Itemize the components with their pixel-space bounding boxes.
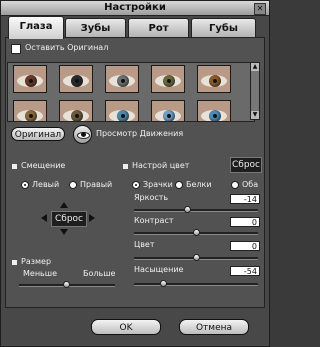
color-reset-button[interactable]: Сброс	[230, 157, 262, 173]
eye-swatch-grid	[7, 62, 255, 122]
eye-swatch[interactable]	[105, 100, 139, 121]
original-button[interactable]: Оригинал	[11, 127, 65, 141]
radio-whites-label: Белки	[186, 180, 212, 189]
contrast-value[interactable]: 0	[230, 217, 260, 227]
cancel-button[interactable]: Отмена	[179, 319, 249, 335]
scroll-down-icon[interactable]: ▼	[251, 111, 259, 119]
swatch-scrollbar[interactable]: ▲ ▼	[250, 62, 260, 120]
keep-original-checkbox[interactable]	[11, 44, 21, 54]
saturation-label: Насыщение	[134, 265, 184, 274]
tab-mouth[interactable]: Рот	[128, 18, 189, 38]
eye-swatch[interactable]	[59, 100, 93, 121]
move-down-icon[interactable]	[60, 229, 68, 235]
radio-whites[interactable]	[175, 181, 183, 189]
radio-right[interactable]	[69, 181, 77, 189]
eye-swatch[interactable]	[13, 65, 47, 93]
color-slider-thumb[interactable]	[193, 254, 200, 261]
size-more-label: Больше	[83, 269, 116, 278]
title-bar[interactable]: Настройки ✕	[1, 1, 269, 16]
eye-swatch[interactable]	[151, 65, 185, 93]
saturation-slider-thumb[interactable]	[160, 280, 167, 287]
contrast-slider-thumb[interactable]	[193, 229, 200, 236]
color-label: Цвет	[134, 240, 155, 249]
radio-pupils[interactable]	[132, 181, 140, 189]
radio-right-label: Правый	[80, 180, 113, 189]
ok-button[interactable]: OK	[91, 319, 161, 335]
move-left-icon[interactable]	[41, 214, 47, 222]
size-title: Размер	[21, 257, 52, 266]
keep-original-label: Оставить Оригинал	[25, 43, 109, 52]
move-up-icon[interactable]	[60, 202, 68, 208]
offset-reset-button[interactable]: Сброс	[51, 211, 87, 227]
scroll-up-icon[interactable]: ▲	[251, 63, 259, 71]
eye-swatch[interactable]	[197, 100, 231, 121]
radio-left[interactable]	[21, 181, 29, 189]
radio-both-label: Оба	[242, 180, 259, 189]
radio-left-label: Левый	[32, 180, 60, 189]
eye-swatch[interactable]	[59, 65, 93, 93]
contrast-label: Контраст	[134, 216, 174, 225]
radio-both[interactable]	[231, 181, 239, 189]
bullet-icon	[12, 260, 17, 265]
move-right-icon[interactable]	[89, 214, 95, 222]
eye-swatch[interactable]	[197, 65, 231, 93]
bullet-icon	[12, 164, 17, 169]
tab-lips[interactable]: Губы	[191, 18, 256, 38]
eye-swatch[interactable]	[105, 65, 139, 93]
settings-window: Настройки ✕ Глаза Зубы Рот Губы Оставить…	[0, 0, 270, 347]
radio-pupils-label: Зрачки	[143, 180, 173, 189]
color-title: Настрой цвет	[132, 161, 190, 170]
brightness-label: Яркость	[134, 193, 169, 202]
saturation-slider[interactable]	[134, 283, 258, 286]
tab-teeth[interactable]: Зубы	[65, 18, 126, 38]
bullet-icon	[123, 164, 128, 169]
color-value[interactable]: 0	[230, 241, 260, 251]
eye-swatch[interactable]	[151, 100, 185, 121]
brightness-value[interactable]: -14	[230, 194, 260, 204]
brightness-slider[interactable]	[134, 209, 258, 212]
offset-title: Смещение	[21, 161, 66, 170]
size-slider-thumb[interactable]	[63, 281, 70, 288]
preview-eye-icon[interactable]	[73, 125, 92, 144]
window-title: Настройки	[104, 2, 166, 13]
close-icon[interactable]: ✕	[254, 3, 266, 15]
eye-swatch[interactable]	[13, 100, 47, 121]
saturation-value[interactable]: -54	[230, 266, 260, 276]
preview-motion-label[interactable]: Просмотр Движения	[96, 129, 183, 139]
size-less-label: Меньше	[23, 269, 58, 278]
tab-eyes[interactable]: Глаза	[8, 16, 64, 39]
brightness-slider-thumb[interactable]	[184, 206, 191, 213]
